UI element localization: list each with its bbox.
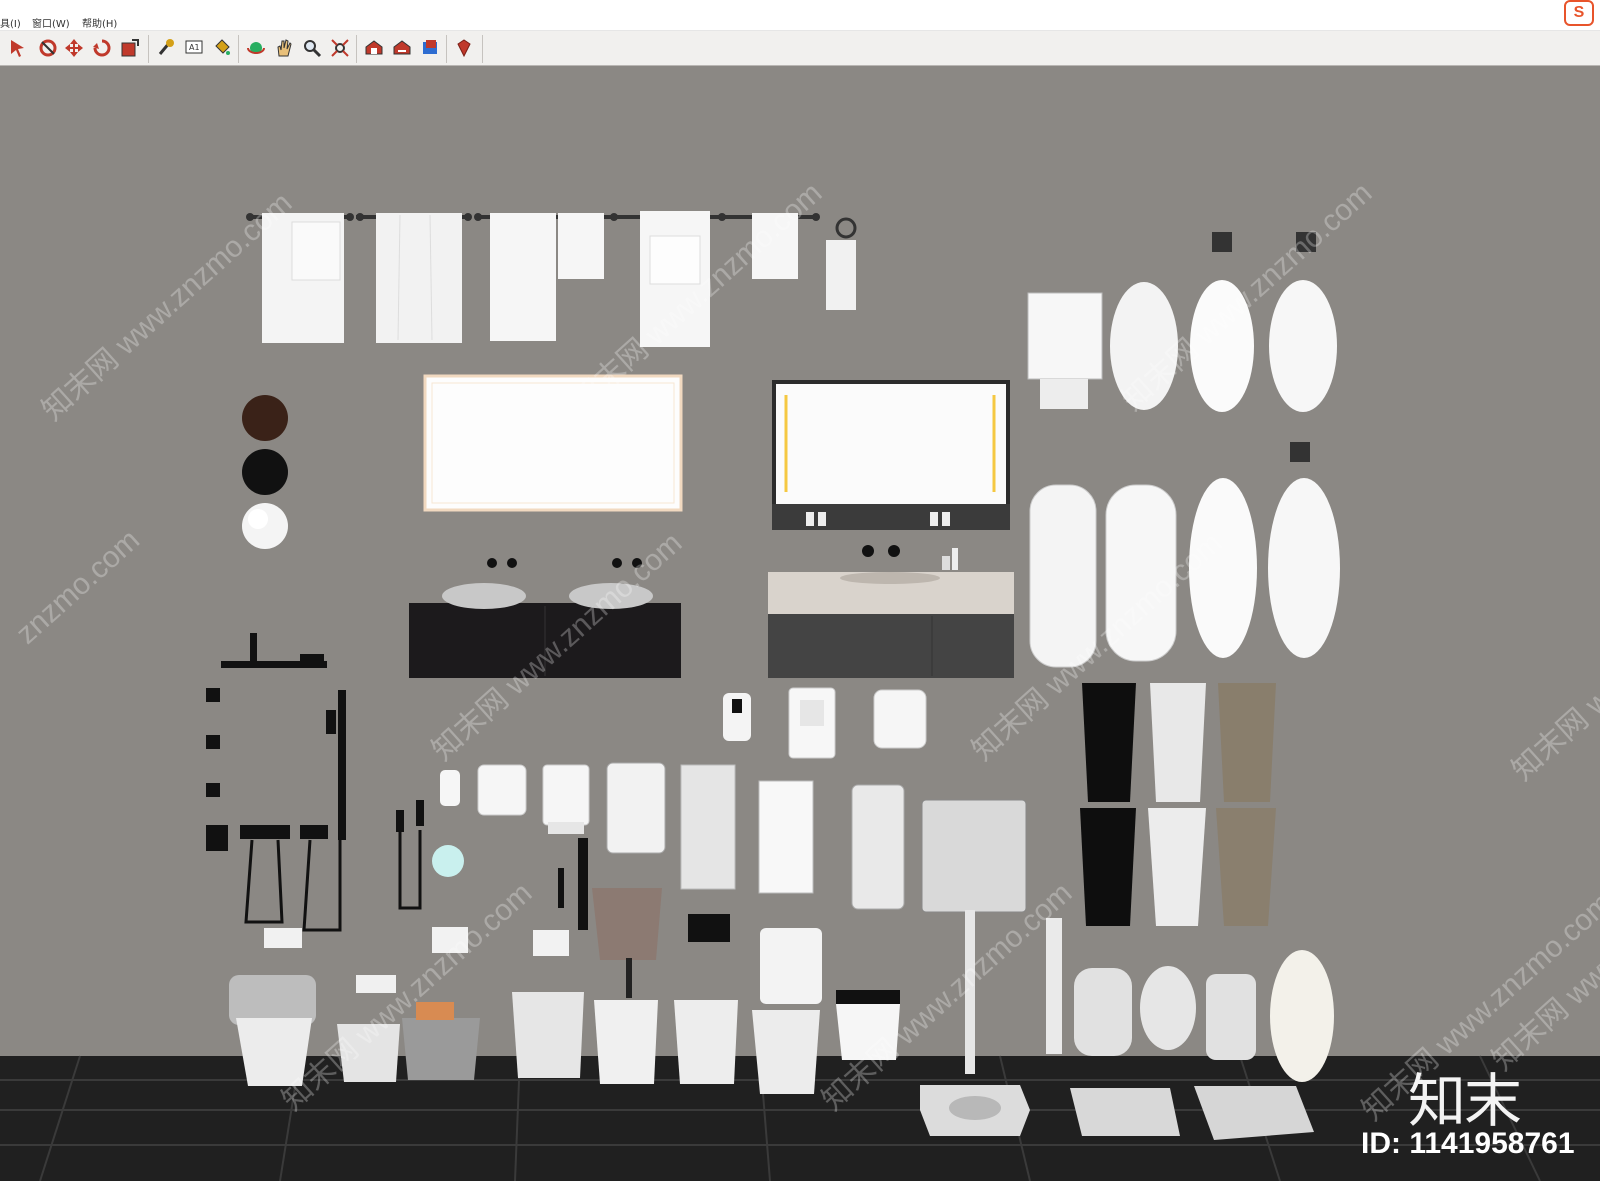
menu-item-tools[interactable]: 具(I) [0,15,21,30]
text-icon[interactable]: A1 [182,36,206,60]
toolbar-separator [238,35,239,63]
toolbar-separator [482,35,483,63]
orbit-icon[interactable] [36,36,60,60]
toolbar: A1 [0,31,1600,66]
toolbar-separator [148,35,149,63]
zoom-extents-icon[interactable] [328,36,352,60]
ruby-gem-icon[interactable] [452,36,476,60]
svg-text:A1: A1 [189,43,200,52]
toolbar-separator [356,35,357,63]
tape-measure-icon[interactable] [154,36,178,60]
orbit-camera-icon[interactable] [244,36,268,60]
toolbar-separator [446,35,447,63]
backlit-mirror-large [423,374,683,512]
paint-bucket-icon[interactable] [210,36,234,60]
wall-background [0,66,1600,1056]
brand-logo-text: 知末 [1408,1067,1522,1135]
pan-hand-icon[interactable] [272,36,296,60]
smart-mirror-cabinet [772,380,1010,530]
material-spheres [242,395,288,549]
app-logo-icon: S [1564,0,1594,26]
model-id-label: ID: 1141958761 [1361,1127,1575,1160]
select-arrow-icon[interactable] [6,36,30,60]
menu-item-window[interactable]: 窗口(W) [32,15,70,30]
move-icon[interactable] [62,36,86,60]
scale-icon[interactable] [118,36,142,60]
menu-item-help[interactable]: 帮助(H) [82,15,117,30]
zoom-icon[interactable] [300,36,324,60]
share-model-icon[interactable] [390,36,414,60]
rotate-icon[interactable] [90,36,114,60]
menu-bar: 具(I) 窗口(W) 帮助(H) S [0,0,1600,31]
warehouse-icon[interactable] [362,36,386,60]
viewport-canvas[interactable]: 知末网 www.znzmo.com 知末网 www.znzmo.com 知末网 … [0,66,1600,1181]
extension-icon[interactable] [418,36,442,60]
